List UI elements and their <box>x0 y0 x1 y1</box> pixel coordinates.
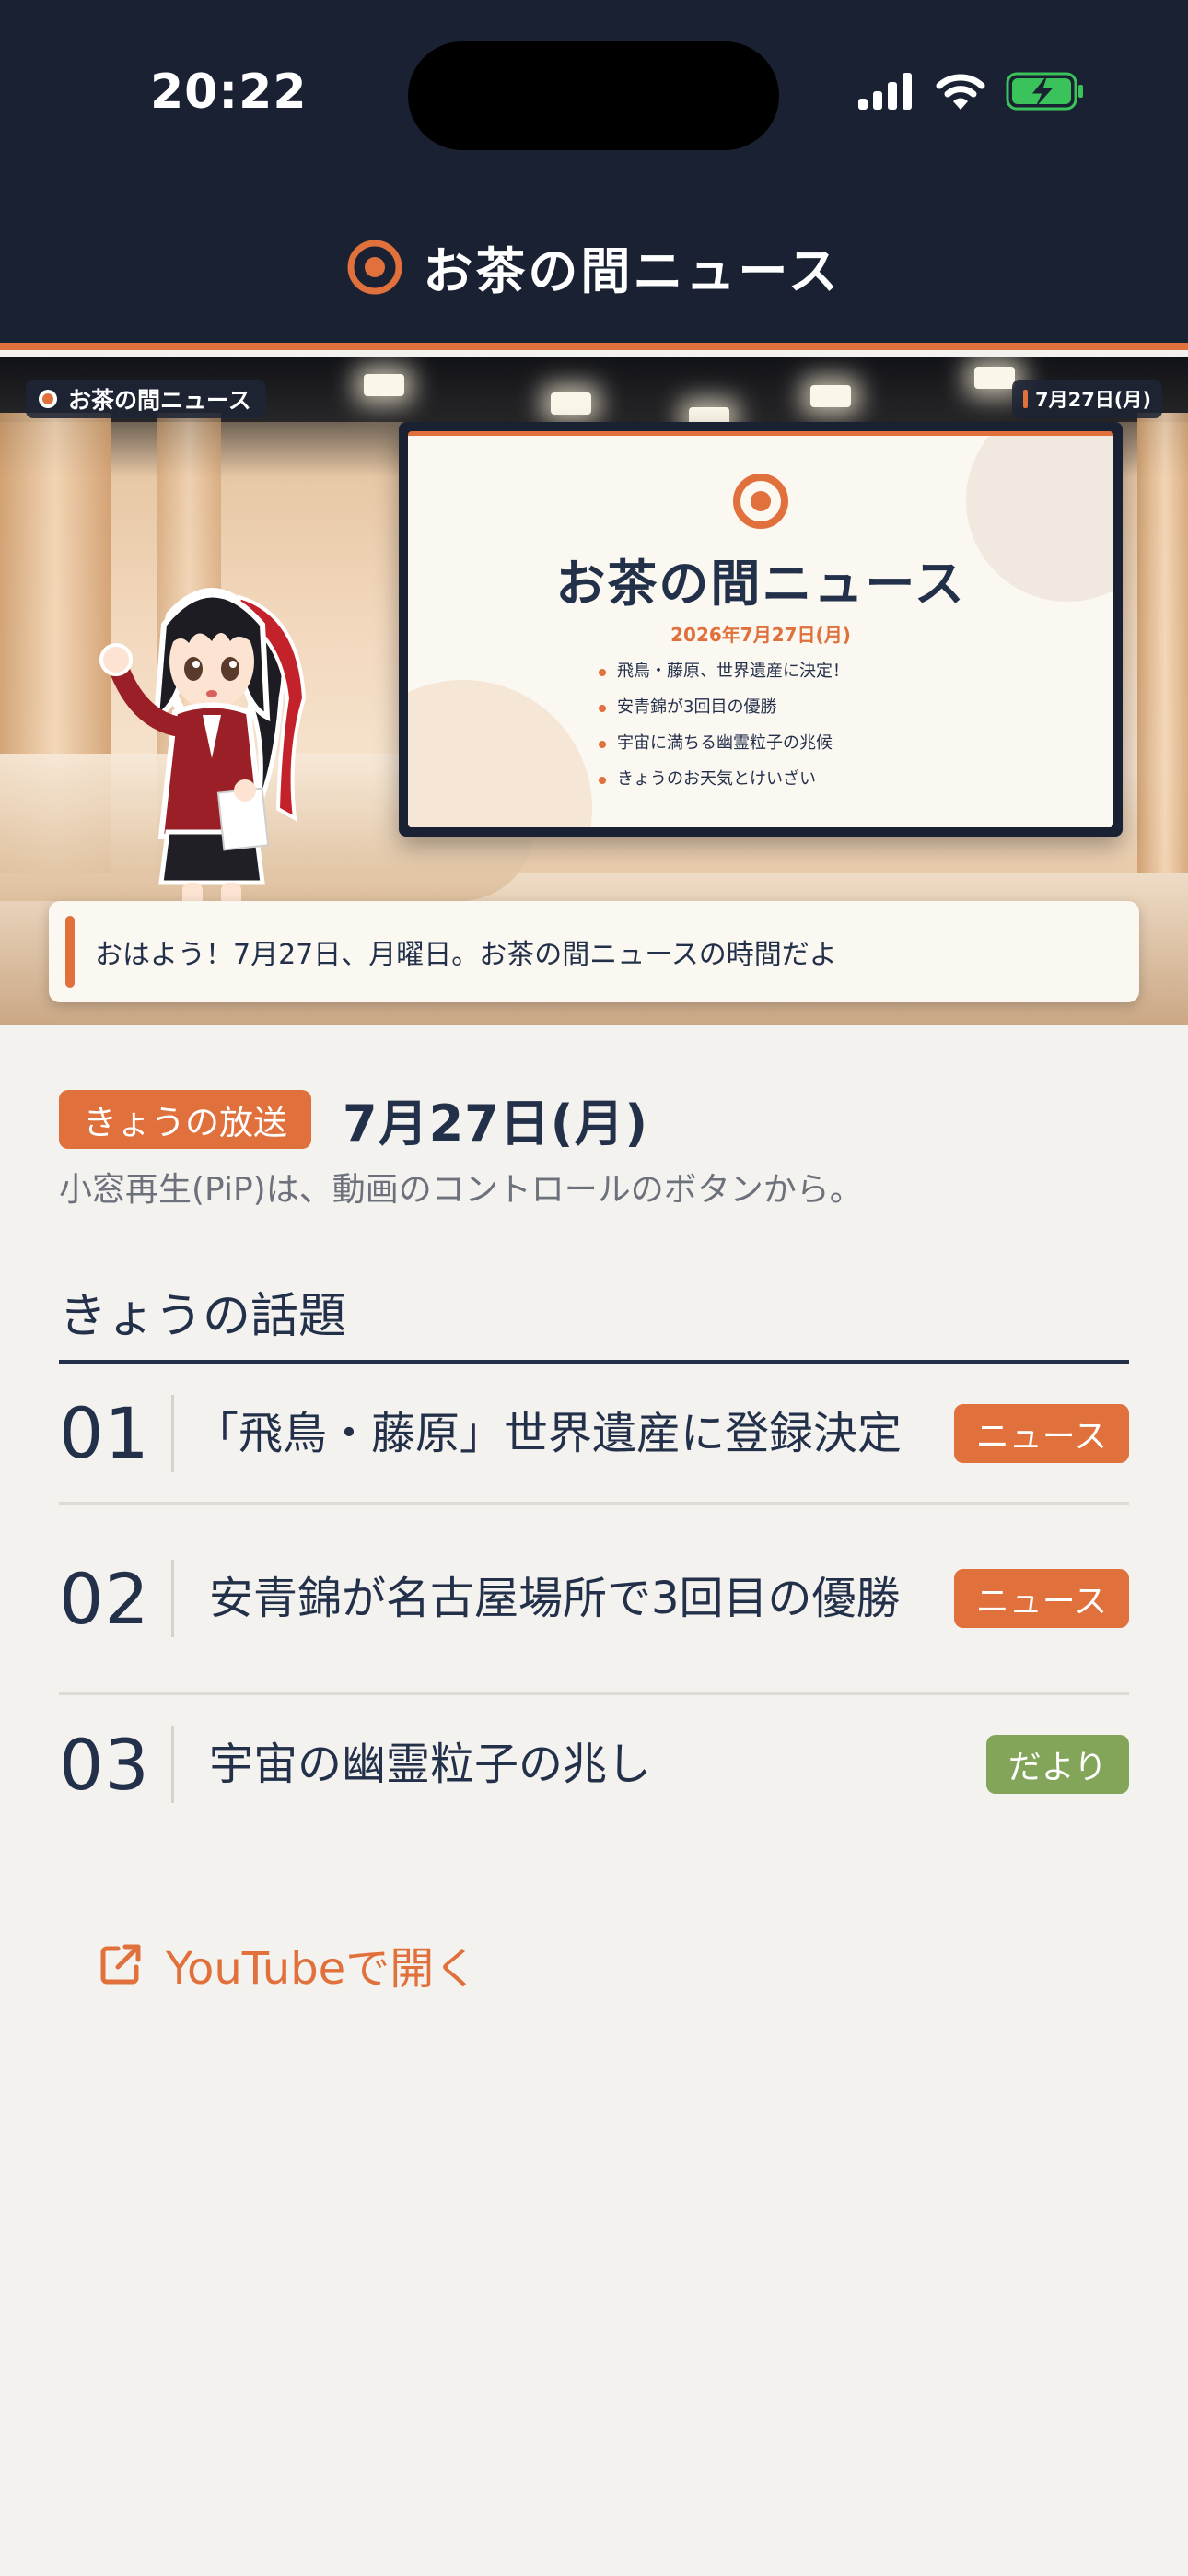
slide-headline: きょうのお天気とけいざい <box>597 769 849 790</box>
cellular-signal-icon <box>858 73 912 110</box>
topic-divider <box>171 1394 174 1472</box>
slide-decoration <box>408 680 592 827</box>
date-badge-label: 7月27日(月) <box>1034 389 1151 411</box>
studio-light <box>364 374 404 396</box>
topic-list: 01 「飛鳥・藤原」世界遺産に登録決定 ニュース 02 安青錦が名古屋場所で3回… <box>59 1364 1129 1833</box>
open-youtube-link[interactable]: YouTubeで開く <box>98 1932 478 1996</box>
channel-badge-label: お茶の間ニュース <box>68 387 251 414</box>
topic-number: 03 <box>59 1723 150 1806</box>
topic-title: 「飛鳥・藤原」世界遺産に登録決定 <box>194 1407 903 1459</box>
topic-divider <box>171 1560 174 1637</box>
studio-light <box>974 367 1015 389</box>
slide-logo <box>408 473 1113 530</box>
open-youtube-label: YouTubeで開く <box>166 1943 479 1995</box>
slide-headline: 安青錦が3回目の優勝 <box>597 697 849 718</box>
battery-charging-icon <box>1006 72 1083 111</box>
slide-headline: 宇宙に満ちる幽霊粒子の兆候 <box>597 733 849 754</box>
topic-item[interactable]: 03 宇宙の幽霊粒子の兆し だより <box>59 1695 1129 1833</box>
video-player[interactable]: お茶の間ニュース 7月27日(月) お茶の間ニュース 2026年7月27日(月)… <box>0 357 1188 1025</box>
wifi-icon <box>936 74 985 110</box>
app-header: 20:22 お茶の間ニュース <box>0 0 1188 350</box>
today-broadcast-row: きょうの放送 7月27日(月) <box>59 1083 648 1155</box>
studio-pillar <box>1137 413 1188 910</box>
date-badge-accent <box>1022 390 1028 408</box>
monitor-slide: お茶の間ニュース 2026年7月27日(月) 飛鳥・藤原、世界遺産に決定！ 安青… <box>408 431 1113 827</box>
video-caption: おはよう！7月27日、月曜日。お茶の間ニュースの時間だよ <box>49 901 1139 1002</box>
topic-tag: だより <box>985 1735 1129 1794</box>
topic-title: 宇宙の幽霊粒子の兆し <box>209 1739 652 1790</box>
topic-title: 安青錦が名古屋場所で3回目の優勝 <box>209 1573 901 1624</box>
app-title: お茶の間ニュース <box>423 242 841 300</box>
topic-item[interactable]: 02 安青錦が名古屋場所で3回目の優勝 ニュース <box>59 1505 1129 1695</box>
slide-headlines: 飛鳥・藤原、世界遺産に決定！ 安青錦が3回目の優勝 宇宙に満ちる幽霊粒子の兆候 … <box>597 662 849 805</box>
studio-monitor: お茶の間ニュース 2026年7月27日(月) 飛鳥・藤原、世界遺産に決定！ 安青… <box>399 422 1123 837</box>
external-link-icon <box>100 1944 141 1985</box>
today-date: 7月27日(月) <box>343 1095 649 1153</box>
today-badge: きょうの放送 <box>59 1089 311 1149</box>
caption-text: おはよう！7月27日、月曜日。お茶の間ニュースの時間だよ <box>95 939 837 971</box>
status-icons <box>858 72 1085 111</box>
topic-number: 01 <box>59 1392 150 1474</box>
topic-divider <box>171 1726 174 1803</box>
target-logo-icon <box>347 240 402 294</box>
pip-note: 小窓再生(PiP)は、動画のコントロールのボタンから。 <box>59 1171 863 1209</box>
slide-headline: 飛鳥・藤原、世界遺産に決定！ <box>597 662 849 682</box>
date-badge: 7月27日(月) <box>1011 380 1162 418</box>
topic-item[interactable]: 01 「飛鳥・藤原」世界遺産に登録決定 ニュース <box>59 1364 1129 1505</box>
slide-title: お茶の間ニュース <box>555 555 966 613</box>
section-title: きょうの話題 <box>59 1289 347 1344</box>
status-time: 20:22 <box>150 64 308 120</box>
studio-light <box>551 392 591 415</box>
channel-badge: お茶の間ニュース <box>26 380 266 418</box>
topic-tag: ニュース <box>953 1403 1129 1463</box>
header-title: お茶の間ニュース <box>0 230 1188 303</box>
studio-light <box>810 385 851 407</box>
slide-date: 2026年7月27日(月) <box>670 624 851 646</box>
target-logo-icon <box>733 474 788 529</box>
topic-number: 02 <box>59 1557 150 1640</box>
caption-accent <box>65 916 75 988</box>
topic-tag: ニュース <box>953 1569 1129 1628</box>
target-logo-icon <box>39 390 57 408</box>
dynamic-island <box>408 41 779 150</box>
